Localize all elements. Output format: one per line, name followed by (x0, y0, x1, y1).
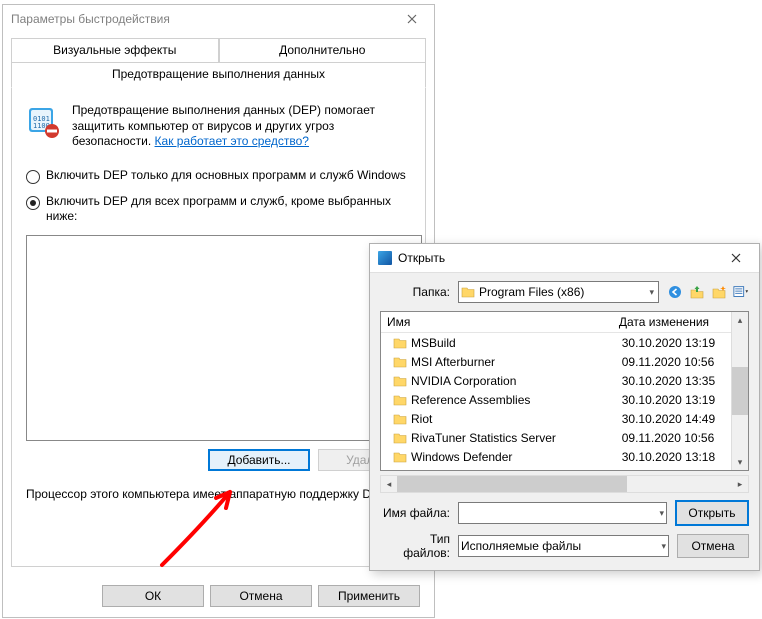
vertical-scrollbar[interactable]: ▴ ▾ (731, 312, 748, 470)
folder-value: Program Files (x86) (479, 285, 584, 299)
file-row[interactable]: Reference Assemblies30.10.2020 13:19 (381, 390, 731, 409)
dep-help-link[interactable]: Как работает это средство? (155, 134, 309, 148)
file-row[interactable]: Riot30.10.2020 14:49 (381, 409, 731, 428)
scroll-up-icon[interactable]: ▴ (732, 312, 748, 328)
file-name: Windows Defender (411, 450, 622, 464)
filename-label: Имя файла: (380, 506, 450, 520)
dep-tab-panel: 0101 1100 Предотвращение выполнения данн… (11, 87, 426, 567)
file-date: 30.10.2020 13:35 (622, 374, 731, 388)
file-row[interactable]: NVIDIA Corporation30.10.2020 13:35 (381, 371, 731, 390)
file-date: 30.10.2020 13:18 (622, 450, 731, 464)
filetype-label: Тип файлов: (380, 532, 450, 560)
perf-dialog-footer: ОК Отмена Применить (102, 585, 420, 607)
open-title-label: Открыть (398, 251, 445, 265)
scroll-down-icon[interactable]: ▾ (732, 454, 748, 470)
folder-icon (393, 356, 407, 368)
column-name[interactable]: Имя (381, 312, 613, 332)
hscroll-thumb[interactable] (397, 476, 627, 492)
perf-titlebar: Параметры быстродействия (3, 5, 434, 33)
apply-button[interactable]: Применить (318, 585, 420, 607)
file-list-headers: Имя Дата изменения (381, 312, 731, 333)
file-row[interactable]: Windows Defender30.10.2020 13:18 (381, 447, 731, 466)
file-name: MSBuild (411, 336, 622, 350)
perf-title: Параметры быстродействия (11, 12, 170, 26)
chevron-down-icon[interactable]: ▾ (659, 508, 664, 519)
chevron-down-icon: ▾ (649, 287, 656, 298)
tab-visual-effects[interactable]: Визуальные эффекты (11, 38, 219, 63)
column-date[interactable]: Дата изменения (613, 312, 731, 332)
file-row[interactable]: MSBuild30.10.2020 13:19 (381, 333, 731, 352)
filetype-select[interactable]: Исполняемые файлы ▾ (458, 535, 669, 557)
cancel-button[interactable]: Отмена (677, 534, 749, 558)
file-date: 09.11.2020 10:56 (622, 431, 731, 445)
file-date: 09.11.2020 10:56 (622, 355, 731, 369)
pc-icon (378, 251, 392, 265)
cancel-button[interactable]: Отмена (210, 585, 312, 607)
dep-exception-list[interactable] (26, 235, 422, 441)
view-menu-icon[interactable] (733, 284, 749, 300)
horizontal-scrollbar[interactable]: ◂ ▸ (380, 475, 749, 493)
file-name: Reference Assemblies (411, 393, 622, 407)
file-date: 30.10.2020 13:19 (622, 393, 731, 407)
back-icon[interactable] (667, 284, 683, 300)
radio-label: Включить DEP только для основных програм… (46, 168, 406, 184)
radio-checked-icon (26, 196, 40, 210)
scroll-left-icon[interactable]: ◂ (381, 476, 397, 492)
file-date: 30.10.2020 14:49 (622, 412, 731, 426)
file-date: 30.10.2020 13:19 (622, 336, 731, 350)
folder-icon (393, 413, 407, 425)
add-button[interactable]: Добавить... (208, 449, 310, 471)
folder-icon (461, 286, 475, 298)
folder-icon (393, 337, 407, 349)
folder-label: Папка: (380, 285, 450, 299)
file-name: NVIDIA Corporation (411, 374, 622, 388)
file-name: RivaTuner Statistics Server (411, 431, 622, 445)
scroll-right-icon[interactable]: ▸ (732, 476, 748, 492)
open-toolbar (667, 284, 749, 300)
new-folder-icon[interactable] (711, 284, 727, 300)
radio-dep-all[interactable]: Включить DEP для всех программ и служб, … (26, 194, 406, 225)
open-button[interactable]: Открыть (675, 500, 749, 526)
file-name: Riot (411, 412, 622, 426)
open-titlebar: Открыть (370, 244, 759, 273)
filename-input[interactable]: ▾ (458, 502, 667, 524)
radio-label: Включить DEP для всех программ и служб, … (46, 194, 406, 225)
folder-icon (393, 394, 407, 406)
filetype-value: Исполняемые файлы (461, 539, 581, 553)
dep-cpu-note: Процессор этого компьютера имеет аппарат… (26, 487, 411, 501)
ok-button[interactable]: ОК (102, 585, 204, 607)
radio-dep-essential[interactable]: Включить DEP только для основных програм… (26, 168, 406, 184)
file-row[interactable]: RivaTuner Statistics Server09.11.2020 10… (381, 428, 731, 447)
close-icon[interactable] (394, 9, 430, 29)
folder-icon (393, 375, 407, 387)
file-list-area: Имя Дата изменения MSBuild30.10.2020 13:… (380, 311, 749, 471)
folder-icon (393, 432, 407, 444)
dep-intro-text: Предотвращение выполнения данных (DEP) п… (72, 103, 411, 150)
folder-combobox[interactable]: Program Files (x86) ▾ (458, 281, 659, 303)
tab-dep[interactable]: Предотвращение выполнения данных (11, 62, 426, 88)
close-icon[interactable] (719, 247, 753, 269)
file-open-dialog: Открыть Папка: Program Files (x86) ▾ (369, 243, 760, 571)
folder-icon (393, 451, 407, 463)
chevron-down-icon[interactable]: ▾ (661, 541, 666, 552)
tab-advanced[interactable]: Дополнительно (219, 38, 427, 63)
scroll-thumb[interactable] (732, 367, 748, 415)
up-icon[interactable] (689, 284, 705, 300)
tab-host: Визуальные эффекты Дополнительно Предотв… (11, 37, 426, 567)
file-row[interactable]: MSI Afterburner09.11.2020 10:56 (381, 352, 731, 371)
file-name: MSI Afterburner (411, 355, 622, 369)
dep-shield-icon: 0101 1100 (26, 105, 60, 139)
radio-icon (26, 170, 40, 184)
